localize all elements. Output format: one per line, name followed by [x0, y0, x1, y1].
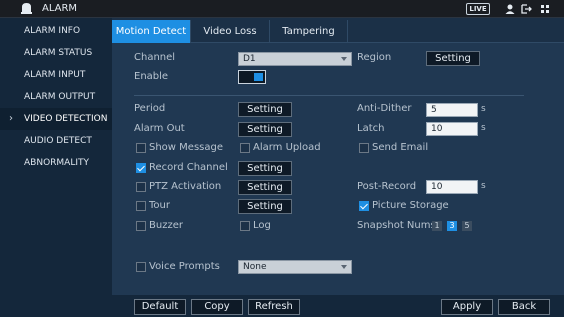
post-record-unit: s	[481, 181, 486, 191]
picture-storage-checkbox[interactable]	[359, 201, 369, 211]
action-bar: Default Copy Refresh Apply Back	[112, 295, 564, 317]
chevron-down-icon	[341, 57, 347, 61]
channel-label: Channel	[134, 52, 176, 63]
record-channel-setting-button[interactable]: Setting	[238, 161, 292, 176]
alarm-out-label: Alarm Out	[134, 123, 185, 134]
window-title: ALARM	[42, 3, 78, 14]
tab-video-loss[interactable]: Video Loss	[191, 20, 270, 43]
picture-storage-label: Picture Storage	[372, 200, 449, 211]
sidebar-item-audio-detect[interactable]: AUDIO DETECT	[0, 130, 112, 152]
snapshot-option-1[interactable]: 1	[432, 221, 442, 231]
post-record-input[interactable]: 10	[426, 180, 478, 194]
sidebar-item-abnormality[interactable]: ABNORMALITY	[0, 152, 112, 174]
snapshot-option-3[interactable]: 3	[447, 221, 457, 231]
send-email-checkbox[interactable]	[359, 143, 369, 153]
tab-tampering[interactable]: Tampering	[270, 20, 348, 43]
default-button[interactable]: Default	[134, 299, 186, 315]
alarm-upload-checkbox[interactable]	[240, 143, 250, 153]
sidebar-item-alarm-status[interactable]: ALARM STATUS	[0, 42, 112, 64]
voice-prompts-select[interactable]: None	[238, 260, 352, 274]
alarm-bell-icon	[21, 3, 32, 14]
send-email-label: Send Email	[372, 142, 429, 153]
latch-unit: s	[481, 123, 486, 133]
period-label: Period	[134, 103, 166, 114]
refresh-button[interactable]: Refresh	[248, 299, 300, 315]
region-label: Region	[357, 52, 392, 63]
sidebar-item-alarm-input[interactable]: ALARM INPUT	[0, 64, 112, 86]
anti-dither-label: Anti-Dither	[357, 103, 412, 114]
anti-dither-unit: s	[481, 104, 486, 114]
buzzer-label: Buzzer	[149, 220, 183, 231]
tab-bar: Motion Detect Video Loss Tampering	[112, 18, 564, 43]
voice-prompts-checkbox[interactable]	[136, 262, 146, 272]
settings-grid-icon[interactable]	[539, 3, 551, 15]
back-button[interactable]: Back	[498, 299, 550, 315]
show-message-label: Show Message	[149, 142, 223, 153]
latch-label: Latch	[357, 123, 385, 134]
record-channel-label: Record Channel	[149, 162, 228, 173]
record-channel-checkbox[interactable]	[136, 163, 146, 173]
period-setting-button[interactable]: Setting	[238, 102, 292, 117]
logout-icon[interactable]	[520, 3, 534, 15]
divider	[134, 95, 524, 96]
alarm-upload-label: Alarm Upload	[253, 142, 321, 153]
sidebar-item-video-detection[interactable]: › VIDEO DETECTION	[0, 108, 112, 130]
ptz-activation-checkbox[interactable]	[136, 182, 146, 192]
toggle-knob	[254, 73, 263, 81]
post-record-label: Post-Record	[357, 181, 417, 192]
voice-prompts-value: None	[243, 262, 267, 272]
enable-label: Enable	[134, 71, 169, 82]
channel-select[interactable]: D1	[238, 52, 352, 66]
ptz-setting-button[interactable]: Setting	[238, 180, 292, 195]
channel-value: D1	[243, 54, 256, 64]
tour-setting-button[interactable]: Setting	[238, 199, 292, 214]
tour-label: Tour	[149, 200, 170, 211]
chevron-right-icon: ›	[9, 113, 13, 124]
sidebar: ALARM INFO ALARM STATUS ALARM INPUT ALAR…	[0, 18, 112, 317]
snapshot-option-5[interactable]: 5	[462, 221, 472, 231]
region-setting-button[interactable]: Setting	[426, 51, 480, 66]
enable-toggle[interactable]	[238, 70, 266, 84]
ptz-activation-label: PTZ Activation	[149, 181, 222, 192]
latch-input[interactable]: 10	[426, 122, 478, 136]
title-bar: ALARM LIVE	[0, 0, 564, 18]
main-panel: Motion Detect Video Loss Tampering Chann…	[112, 18, 564, 317]
live-button[interactable]: LIVE	[466, 3, 490, 15]
snapshot-nums-label: Snapshot Nums	[357, 220, 436, 231]
buzzer-checkbox[interactable]	[136, 221, 146, 231]
chevron-down-icon	[341, 265, 347, 269]
show-message-checkbox[interactable]	[136, 143, 146, 153]
sidebar-item-alarm-output[interactable]: ALARM OUTPUT	[0, 86, 112, 108]
anti-dither-input[interactable]: 5	[426, 103, 478, 117]
user-icon[interactable]	[504, 3, 516, 15]
copy-button[interactable]: Copy	[191, 299, 243, 315]
apply-button[interactable]: Apply	[441, 299, 493, 315]
alarm-out-setting-button[interactable]: Setting	[238, 122, 292, 137]
tour-checkbox[interactable]	[136, 201, 146, 211]
voice-prompts-label: Voice Prompts	[149, 261, 220, 272]
log-label: Log	[253, 220, 271, 231]
sidebar-item-label: VIDEO DETECTION	[24, 114, 108, 124]
tab-motion-detect[interactable]: Motion Detect	[112, 20, 191, 43]
log-checkbox[interactable]	[240, 221, 250, 231]
sidebar-item-alarm-info[interactable]: ALARM INFO	[0, 20, 112, 42]
